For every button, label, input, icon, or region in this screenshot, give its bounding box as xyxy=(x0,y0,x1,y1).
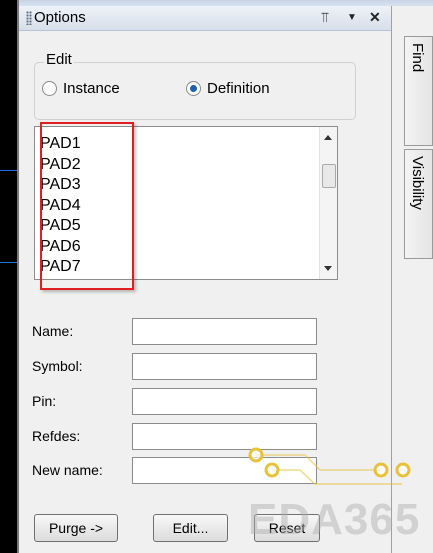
name-label: Name: xyxy=(32,323,74,339)
panel-titlebar[interactable]: Options ⫪ ▼ ✕ xyxy=(19,6,391,31)
canvas-edge xyxy=(0,0,17,553)
new-name-field[interactable] xyxy=(132,457,317,484)
scroll-thumb[interactable] xyxy=(322,164,336,188)
radio-definition-label: Definition xyxy=(207,80,270,97)
edit-button[interactable]: Edit... xyxy=(153,514,228,542)
panel-title: Options xyxy=(34,9,86,26)
tab-visibility[interactable]: Visibility xyxy=(404,149,433,259)
pin-label: Pin: xyxy=(32,393,57,409)
chevron-down-icon[interactable]: ▼ xyxy=(347,12,357,23)
new-name-label: New name: xyxy=(32,462,103,478)
name-field[interactable] xyxy=(132,318,317,345)
radio-instance-dot[interactable] xyxy=(42,81,57,96)
pin-field[interactable] xyxy=(132,388,317,415)
radio-definition-dot[interactable] xyxy=(186,81,201,96)
purge-button[interactable]: Purge -> xyxy=(34,514,118,542)
scroll-down-icon[interactable] xyxy=(324,266,332,271)
tab-find[interactable]: Find xyxy=(404,36,433,146)
radio-instance[interactable]: Instance xyxy=(42,80,120,97)
tab-find-label: Find xyxy=(409,43,426,73)
radio-definition[interactable]: Definition xyxy=(186,80,270,97)
symbol-label: Symbol: xyxy=(32,358,83,374)
side-tabs: Find Visibility xyxy=(404,36,433,259)
options-panel: Options ⫪ ▼ ✕ Edit Instance Definition P… xyxy=(19,6,392,553)
reset-button[interactable]: Reset xyxy=(254,514,320,542)
symbol-field[interactable] xyxy=(132,353,317,380)
tab-visibility-label: Visibility xyxy=(409,156,426,210)
close-icon[interactable]: ✕ xyxy=(369,9,381,26)
red-highlight-box xyxy=(40,122,134,290)
pin-icon[interactable]: ⫪ xyxy=(321,9,329,26)
scroll-up-icon[interactable] xyxy=(324,135,332,140)
radio-instance-label: Instance xyxy=(63,80,120,97)
edit-group-label: Edit xyxy=(44,51,74,68)
refdes-field[interactable] xyxy=(132,423,317,450)
grip-icon[interactable] xyxy=(26,11,32,25)
refdes-label: Refdes: xyxy=(32,428,81,444)
list-scrollbar[interactable] xyxy=(319,127,337,279)
